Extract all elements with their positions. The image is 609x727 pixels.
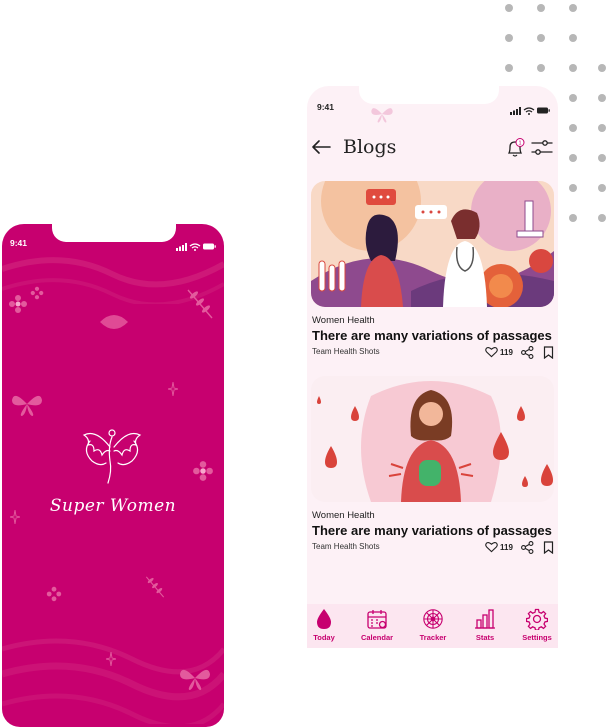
like-count: 119 bbox=[500, 348, 513, 357]
tab-label: Settings bbox=[522, 633, 552, 642]
post-title[interactable]: There are many variations of passages bbox=[312, 523, 552, 538]
brand-name: Super Women bbox=[49, 496, 177, 516]
gear-icon bbox=[526, 608, 548, 630]
sparkle-icon bbox=[106, 652, 116, 666]
bookmark-icon[interactable] bbox=[543, 346, 554, 359]
heart-icon[interactable] bbox=[485, 541, 498, 553]
tab-label: Calendar bbox=[360, 633, 394, 642]
tracker-icon bbox=[423, 609, 443, 629]
status-time: 9:41 bbox=[317, 102, 335, 112]
flower-icon bbox=[46, 586, 62, 602]
bottom-tab-bar: Today Calendar Tracker Stats Settings bbox=[307, 604, 558, 648]
post-category: Women Health bbox=[312, 510, 375, 521]
angel-logo-icon bbox=[82, 429, 142, 484]
flower-icon bbox=[30, 286, 44, 300]
notification-count: 1 bbox=[518, 141, 521, 147]
leaf-branch-icon bbox=[187, 289, 213, 319]
leaf-branch-icon bbox=[145, 576, 165, 598]
calendar-icon bbox=[367, 610, 387, 629]
tab-label: Today bbox=[313, 633, 335, 642]
post-author: Team Health Shots bbox=[312, 347, 380, 356]
butterfly-icon bbox=[371, 108, 393, 123]
tab-settings[interactable]: Settings bbox=[511, 608, 558, 642]
tab-tracker[interactable]: Tracker bbox=[407, 608, 459, 642]
filter-settings-icon[interactable] bbox=[531, 139, 553, 157]
tab-label: Tracker bbox=[419, 633, 447, 642]
flower-icon bbox=[193, 461, 213, 481]
post-actions: 119 bbox=[483, 345, 555, 361]
drop-icon bbox=[317, 609, 331, 629]
butterfly-icon bbox=[180, 669, 210, 690]
splash-screen: 9:41 Super Women bbox=[2, 224, 224, 727]
status-icons bbox=[510, 102, 550, 120]
leaf-icon bbox=[100, 315, 128, 329]
tab-calendar[interactable]: Calendar bbox=[351, 608, 403, 642]
tab-label: Stats bbox=[475, 633, 495, 642]
blogs-screen: 9:41 Blogs 1 Women Health There are many… bbox=[307, 86, 558, 648]
post-category: Women Health bbox=[312, 315, 375, 326]
bookmark-icon[interactable] bbox=[543, 541, 554, 554]
post-image-period-cramps[interactable] bbox=[311, 376, 554, 502]
post-title[interactable]: There are many variations of passages bbox=[312, 328, 552, 343]
phone-notch bbox=[52, 224, 176, 242]
butterfly-icon bbox=[12, 395, 42, 416]
heart-icon[interactable] bbox=[485, 346, 498, 358]
stats-icon bbox=[475, 609, 495, 629]
post-image-doctor-consultation[interactable] bbox=[311, 181, 554, 307]
share-icon[interactable] bbox=[521, 346, 534, 359]
tab-stats[interactable]: Stats bbox=[459, 608, 511, 642]
sparkle-icon bbox=[168, 382, 178, 396]
page-header: Blogs 1 bbox=[307, 134, 558, 164]
share-icon[interactable] bbox=[521, 541, 534, 554]
notification-bell-icon[interactable]: 1 bbox=[505, 138, 525, 158]
like-count: 119 bbox=[500, 543, 513, 552]
back-arrow-icon[interactable] bbox=[311, 140, 331, 154]
flower-icon bbox=[9, 295, 27, 313]
page-title: Blogs bbox=[343, 136, 397, 158]
tab-today[interactable]: Today bbox=[307, 608, 350, 642]
post-author: Team Health Shots bbox=[312, 542, 380, 551]
phone-notch bbox=[359, 86, 499, 104]
post-actions: 119 bbox=[483, 540, 555, 556]
